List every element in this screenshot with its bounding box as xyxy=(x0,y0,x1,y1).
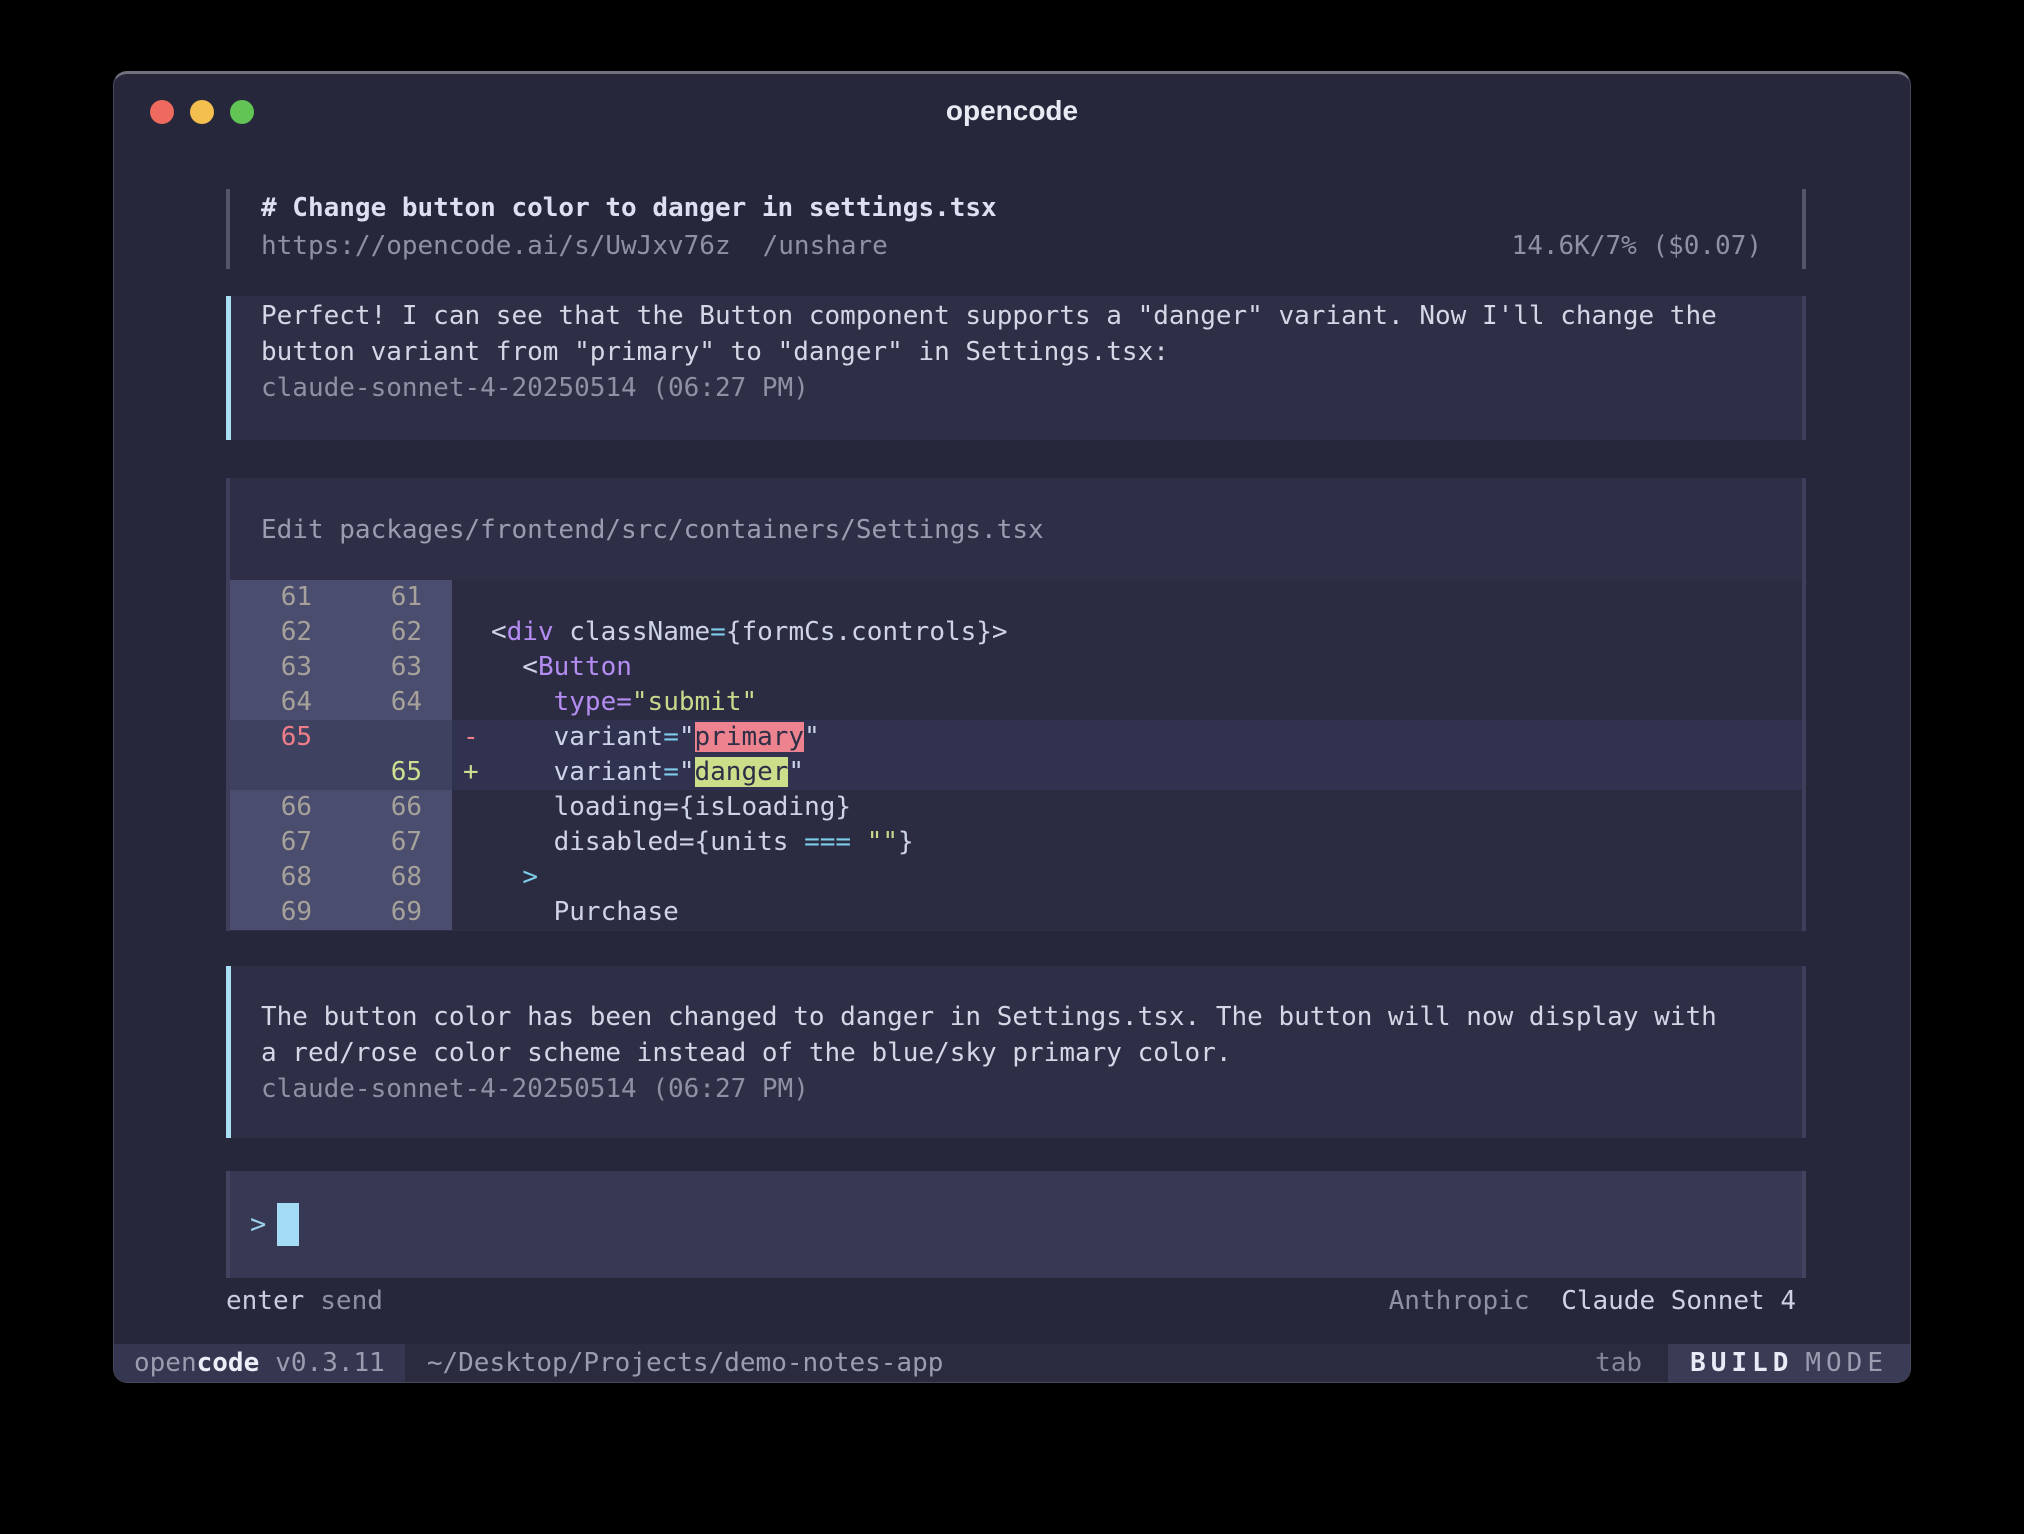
diff-marker xyxy=(452,685,491,720)
old-line-number: 61 xyxy=(230,580,336,615)
app-window: opencode # Change button color to danger… xyxy=(113,71,1911,1383)
old-line-number: 62 xyxy=(230,615,336,650)
diff-row: 6161 xyxy=(230,580,1802,615)
new-line-number: 64 xyxy=(336,685,452,720)
diff-row: 6666 loading={isLoading} xyxy=(230,790,1802,825)
diff-row: 6767 disabled={units === ""} xyxy=(230,825,1802,860)
new-line-number: 62 xyxy=(336,615,452,650)
code-line: <div className={formCs.controls}> xyxy=(491,615,1802,650)
assistant-message-1-lines: Perfect! I can see that the Button compo… xyxy=(261,298,1782,370)
provider-label: Anthropic xyxy=(1389,1286,1530,1316)
new-line-number: 65 xyxy=(336,755,452,790)
new-line-number: 61 xyxy=(336,580,452,615)
hint-bar: enter send Anthropic Claude Sonnet 4 xyxy=(226,1284,1806,1318)
code-line: variant="danger" xyxy=(491,755,1802,790)
edit-tool-block: Edit packages/frontend/src/containers/Se… xyxy=(226,478,1806,931)
code-line: Purchase xyxy=(491,895,1802,930)
diff-marker xyxy=(452,790,491,825)
text-cursor xyxy=(277,1203,299,1246)
code-line xyxy=(491,580,1802,615)
code-line: loading={isLoading} xyxy=(491,790,1802,825)
code-line: > xyxy=(491,860,1802,895)
window-title: opencode xyxy=(114,95,1910,127)
working-directory: ~/Desktop/Projects/demo-notes-app xyxy=(427,1344,944,1382)
old-line-number xyxy=(230,755,336,790)
status-bar: opencode v0.3.11 ~/Desktop/Projects/demo… xyxy=(114,1344,1910,1382)
mode-indicator[interactable]: BUILD MODE xyxy=(1668,1344,1910,1382)
assistant-message-1: Perfect! I can see that the Button compo… xyxy=(226,296,1806,440)
session-title: # Change button color to danger in setti… xyxy=(261,189,1762,227)
mode-primary: BUILD xyxy=(1690,1348,1793,1378)
model-label[interactable]: Claude Sonnet 4 xyxy=(1561,1286,1796,1316)
old-line-number: 67 xyxy=(230,825,336,860)
old-line-number: 69 xyxy=(230,895,336,930)
diff-row: 6464 type="submit" xyxy=(230,685,1802,720)
enter-key-hint: enter xyxy=(226,1286,304,1316)
diff-table: 61616262 <div className={formCs.controls}… xyxy=(230,580,1802,930)
diff-row: 65+ variant="danger" xyxy=(230,755,1802,790)
message-line: Perfect! I can see that the Button compo… xyxy=(261,298,1782,334)
diff-marker: + xyxy=(452,755,491,790)
diff-row: 65 - variant="primary" xyxy=(230,720,1802,755)
code-line: <Button xyxy=(491,650,1802,685)
diff-row: 6969 Purchase xyxy=(230,895,1802,930)
mode-secondary: MODE xyxy=(1805,1348,1888,1378)
diff-row: 6868 > xyxy=(230,860,1802,895)
code-line: variant="primary" xyxy=(491,720,1802,755)
app-version-chip: opencode v0.3.11 xyxy=(114,1344,405,1382)
unshare-command[interactable]: /unshare xyxy=(763,227,888,265)
old-line-number: 68 xyxy=(230,860,336,895)
new-line-number: 67 xyxy=(336,825,452,860)
assistant-message-2-lines: The button color has been changed to dan… xyxy=(261,999,1782,1071)
model-meta: claude-sonnet-4-20250514 (06:27 PM) xyxy=(261,370,1782,406)
title-bar: opencode xyxy=(114,74,1910,154)
new-line-number: 66 xyxy=(336,790,452,825)
message-line: The button color has been changed to dan… xyxy=(261,999,1782,1035)
prompt-input[interactable]: > xyxy=(226,1171,1806,1278)
context-stats: 14.6K/7% ($0.07) xyxy=(1512,227,1762,265)
old-line-number: 64 xyxy=(230,685,336,720)
prompt-char: > xyxy=(250,1209,266,1240)
diff-marker xyxy=(452,650,491,685)
old-line-number: 66 xyxy=(230,790,336,825)
app-name-bold: code xyxy=(197,1348,260,1378)
app-name-regular: open xyxy=(134,1348,197,1378)
assistant-message-2: The button color has been changed to dan… xyxy=(226,966,1806,1138)
old-line-number: 63 xyxy=(230,650,336,685)
diff-marker xyxy=(452,825,491,860)
share-header: # Change button color to danger in setti… xyxy=(226,189,1806,269)
app-version: v0.3.11 xyxy=(275,1348,385,1378)
code-line: disabled={units === ""} xyxy=(491,825,1802,860)
share-url[interactable]: https://opencode.ai/s/UwJxv76z xyxy=(261,227,731,265)
send-action-hint: send xyxy=(320,1286,383,1316)
diff-marker xyxy=(452,895,491,930)
message-line: button variant from "primary" to "danger… xyxy=(261,334,1782,370)
code-line: type="submit" xyxy=(491,685,1802,720)
new-line-number: 63 xyxy=(336,650,452,685)
diff-row: 6363 <Button xyxy=(230,650,1802,685)
diff-marker xyxy=(452,580,491,615)
model-meta: claude-sonnet-4-20250514 (06:27 PM) xyxy=(261,1071,1782,1107)
new-line-number: 69 xyxy=(336,895,452,930)
edit-tool-title: Edit packages/frontend/src/containers/Se… xyxy=(230,478,1802,548)
diff-marker xyxy=(452,615,491,650)
message-line: a red/rose color scheme instead of the b… xyxy=(261,1035,1782,1071)
old-line-number: 65 xyxy=(230,720,336,755)
diff-marker: - xyxy=(452,720,491,755)
diff-marker xyxy=(452,860,491,895)
new-line-number xyxy=(336,720,452,755)
tab-keybind-hint[interactable]: tab xyxy=(1595,1344,1642,1382)
diff-row: 6262 <div className={formCs.controls}> xyxy=(230,615,1802,650)
new-line-number: 68 xyxy=(336,860,452,895)
